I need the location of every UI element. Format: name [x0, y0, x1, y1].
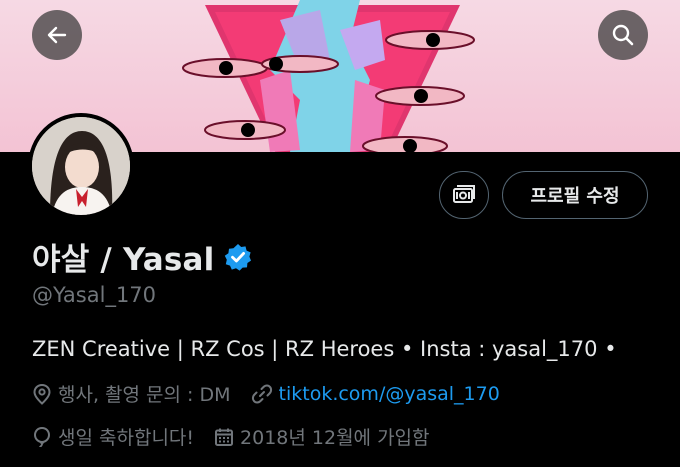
joined-item: 2018년 12월에 가입함	[214, 423, 430, 450]
calendar-icon	[215, 428, 234, 446]
verified-badge-icon[interactable]	[224, 243, 252, 271]
edit-profile-button[interactable]: 프로필 수정	[502, 171, 648, 219]
website-link[interactable]: tiktok.com/@yasal_170	[279, 383, 500, 405]
link-icon	[251, 384, 272, 403]
location-item: 행사, 촬영 문의 : DM	[32, 380, 231, 407]
profile-meta-row-2: 생일 축하합니다! 2018년 12월에 가입함	[32, 423, 450, 450]
birthday-item: 생일 축하합니다!	[32, 423, 194, 450]
avatar[interactable]	[28, 113, 134, 219]
joined-text: 2018년 12월에 가입함	[240, 427, 430, 449]
edit-profile-label: 프로필 수정	[530, 186, 620, 207]
location-text: 행사, 촬영 문의 : DM	[58, 384, 231, 406]
user-handle: @Yasal_170	[32, 283, 157, 307]
location-pin-icon	[33, 383, 51, 405]
balloon-icon	[33, 426, 51, 447]
website-item[interactable]: tiktok.com/@yasal_170	[251, 383, 500, 405]
avatar-image	[32, 117, 130, 215]
professional-tools-button[interactable]	[439, 171, 489, 219]
back-button[interactable]	[32, 10, 82, 60]
display-name-row: 야살 / Yasal	[32, 234, 252, 279]
profile-meta-row-1: 행사, 촬영 문의 : DM tiktok.com/@yasal_170	[32, 380, 520, 407]
bio-text: ZEN Creative | RZ Cos | RZ Heroes • Inst…	[32, 337, 617, 361]
search-icon	[612, 24, 634, 46]
birthday-text: 생일 축하합니다!	[58, 427, 195, 449]
display-name: 야살 / Yasal	[32, 242, 215, 278]
arrow-left-icon	[47, 26, 67, 44]
search-button[interactable]	[598, 10, 648, 60]
money-icon	[453, 185, 475, 203]
